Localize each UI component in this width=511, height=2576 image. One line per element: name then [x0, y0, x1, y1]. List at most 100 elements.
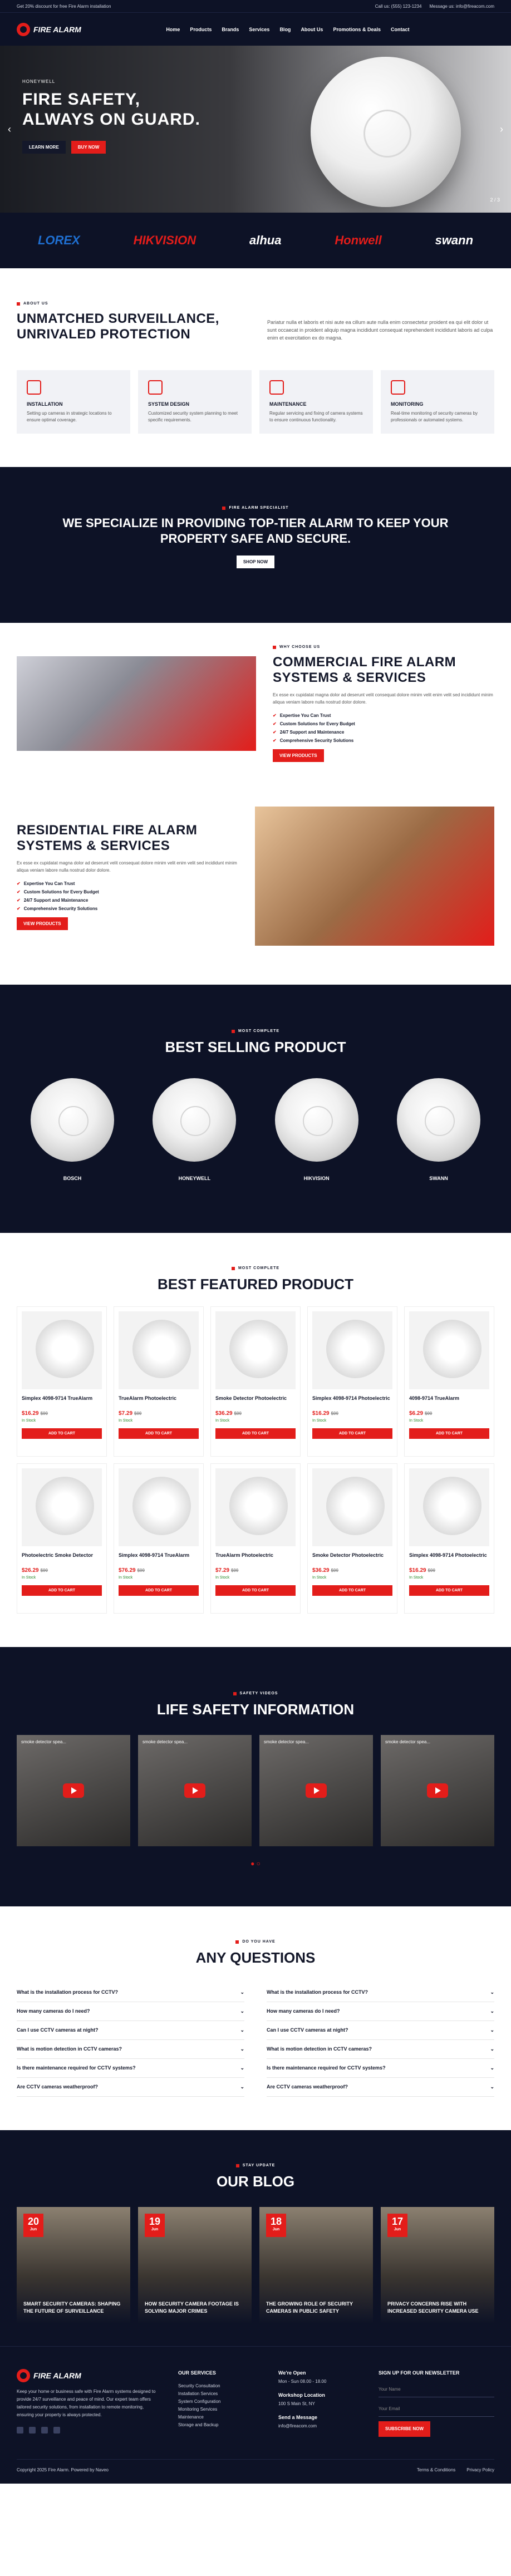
play-icon[interactable] [306, 1783, 327, 1798]
chevron-down-icon[interactable]: ⌄ [490, 2084, 494, 2090]
product-name[interactable]: Simplex 4098-9714 TrueAlarm [22, 1395, 102, 1408]
product-name[interactable]: TrueAlarm Photoelectric [119, 1395, 199, 1408]
footer-logo[interactable]: FIRE ALARM [17, 2369, 161, 2382]
brand-logo-4[interactable]: swann [435, 233, 473, 248]
blog-card[interactable]: 17 Jun PRIVACY CONCERNS RISE WITH INCREASE… [381, 2207, 494, 2324]
product-name[interactable]: TrueAlarm Photoelectric [215, 1552, 296, 1565]
product-thumb[interactable] [119, 1468, 199, 1546]
nav-item-6[interactable]: Promotions & Deals [333, 27, 381, 32]
product-thumb[interactable] [22, 1311, 102, 1389]
faq-item[interactable]: Is there maintenance required for CCTV s… [267, 2059, 494, 2078]
product-name[interactable]: 4098-9714 TrueAlarm [409, 1395, 489, 1408]
post-title[interactable]: PRIVACY CONCERNS RISE WITH INCREASED SEC… [387, 2300, 488, 2315]
add-to-cart-button[interactable]: ADD TO CART [312, 1428, 392, 1439]
nav-item-4[interactable]: Blog [279, 27, 291, 32]
play-icon[interactable] [427, 1783, 448, 1798]
product-item[interactable]: BOSCH [22, 1078, 122, 1183]
product-image[interactable] [153, 1078, 237, 1162]
blog-card[interactable]: 19 Jun HOW SECURITY CAMERA FOOTAGE IS SOLV… [138, 2207, 252, 2324]
blog-card[interactable]: 18 Jun THE GROWING ROLE OF SECURITY CAMERA… [259, 2207, 373, 2324]
brand-logo-1[interactable]: HIKVISION [134, 233, 196, 248]
product-name[interactable]: Simplex 4098-9714 TrueAlarm [119, 1552, 199, 1565]
post-title[interactable]: HOW SECURITY CAMERA FOOTAGE IS SOLVING M… [145, 2300, 245, 2315]
email-text[interactable]: Message us: info@fireacom.com [429, 4, 494, 9]
add-to-cart-button[interactable]: ADD TO CART [215, 1428, 296, 1439]
play-icon[interactable] [63, 1783, 84, 1798]
product-thumb[interactable] [409, 1311, 489, 1389]
add-to-cart-button[interactable]: ADD TO CART [119, 1585, 199, 1596]
nav-item-7[interactable]: Contact [391, 27, 410, 32]
video-card[interactable]: smoke detector spea... [17, 1735, 130, 1846]
email-field[interactable]: Your Email [379, 2402, 494, 2417]
chevron-down-icon[interactable]: ⌄ [490, 2065, 494, 2071]
nav-item-3[interactable]: Services [249, 27, 269, 32]
faq-item[interactable]: What is motion detection in CCTV cameras… [17, 2040, 244, 2059]
add-to-cart-button[interactable]: ADD TO CART [409, 1428, 489, 1439]
phone-text[interactable]: Call us: (555) 123-1234 [375, 4, 422, 9]
post-title[interactable]: SMART SECURITY CAMERAS: SHAPING THE FUTU… [23, 2300, 124, 2315]
product-image[interactable] [396, 1078, 480, 1162]
product-image[interactable] [31, 1078, 114, 1162]
product-name[interactable]: Photoelectric Smoke Detector [22, 1552, 102, 1565]
view-products-button[interactable]: VIEW PRODUCTS [273, 749, 324, 762]
chevron-down-icon[interactable]: ⌄ [240, 2046, 244, 2052]
product-thumb[interactable] [119, 1311, 199, 1389]
blog-card[interactable]: 20 Jun SMART SECURITY CAMERAS: SHAPING THE… [17, 2207, 130, 2324]
product-thumb[interactable] [215, 1311, 296, 1389]
product-thumb[interactable] [409, 1468, 489, 1546]
chevron-down-icon[interactable]: ⌄ [490, 2027, 494, 2033]
chevron-down-icon[interactable]: ⌄ [490, 1989, 494, 1995]
nav-item-5[interactable]: About Us [301, 27, 323, 32]
faq-item[interactable]: How many cameras do I need? ⌄ [17, 2002, 244, 2021]
add-to-cart-button[interactable]: ADD TO CART [312, 1585, 392, 1596]
video-card[interactable]: smoke detector spea... [381, 1735, 494, 1846]
name-field[interactable]: Your Name [379, 2382, 494, 2397]
footer-service-link[interactable]: Monitoring Services [178, 2406, 262, 2413]
faq-item[interactable]: How many cameras do I need? ⌄ [267, 2002, 494, 2021]
footer-service-link[interactable]: Storage and Backup [178, 2421, 262, 2429]
terms-link[interactable]: Terms & Conditions [417, 2467, 455, 2472]
product-item[interactable]: HIKVISION [267, 1078, 367, 1183]
learn-more-button[interactable]: LEARN MORE [22, 141, 66, 154]
prev-arrow-icon[interactable]: ‹ [8, 124, 11, 135]
next-arrow-icon[interactable]: › [500, 124, 503, 135]
footer-service-link[interactable]: System Configuration [178, 2398, 262, 2406]
footer-service-link[interactable]: Installation Services [178, 2390, 262, 2398]
video-card[interactable]: smoke detector spea... [138, 1735, 252, 1846]
product-thumb[interactable] [215, 1468, 296, 1546]
faq-item[interactable]: What is the installation process for CCT… [267, 1983, 494, 2002]
add-to-cart-button[interactable]: ADD TO CART [215, 1585, 296, 1596]
faq-item[interactable]: What is the installation process for CCT… [17, 1983, 244, 2002]
instagram-icon[interactable] [41, 2427, 48, 2434]
faq-item[interactable]: Can I use CCTV cameras at night? ⌄ [17, 2021, 244, 2040]
youtube-icon[interactable] [53, 2427, 60, 2434]
add-to-cart-button[interactable]: ADD TO CART [22, 1585, 102, 1596]
play-icon[interactable] [184, 1783, 205, 1798]
nav-item-2[interactable]: Brands [222, 27, 239, 32]
faq-item[interactable]: What is motion detection in CCTV cameras… [267, 2040, 494, 2059]
facebook-icon[interactable] [17, 2427, 23, 2434]
chevron-down-icon[interactable]: ⌄ [240, 2065, 244, 2071]
video-card[interactable]: smoke detector spea... [259, 1735, 373, 1846]
product-image[interactable] [274, 1078, 358, 1162]
product-name[interactable]: Simplex 4098-9714 Photoelectric [409, 1552, 489, 1565]
buy-now-button[interactable]: BUY NOW [71, 141, 106, 154]
product-name[interactable]: Smoke Detector Photoelectric [215, 1395, 296, 1408]
brand-logo-2[interactable]: alhua [249, 233, 281, 248]
footer-service-link[interactable]: Security Consultation [178, 2382, 262, 2390]
footer-service-link[interactable]: Maintenance [178, 2413, 262, 2421]
product-thumb[interactable] [22, 1468, 102, 1546]
add-to-cart-button[interactable]: ADD TO CART [119, 1428, 199, 1439]
chevron-down-icon[interactable]: ⌄ [240, 2008, 244, 2014]
nav-item-1[interactable]: Products [190, 27, 212, 32]
add-to-cart-button[interactable]: ADD TO CART [22, 1428, 102, 1439]
twitter-icon[interactable] [29, 2427, 36, 2434]
chevron-down-icon[interactable]: ⌄ [490, 2008, 494, 2014]
chevron-down-icon[interactable]: ⌄ [240, 2084, 244, 2090]
brand-logo-0[interactable]: LOREX [38, 233, 80, 248]
add-to-cart-button[interactable]: ADD TO CART [409, 1585, 489, 1596]
product-item[interactable]: SWANN [389, 1078, 489, 1183]
product-thumb[interactable] [312, 1311, 392, 1389]
carousel-dots[interactable]: ● ○ [17, 1860, 494, 1867]
product-item[interactable]: HONEYWELL [144, 1078, 244, 1183]
